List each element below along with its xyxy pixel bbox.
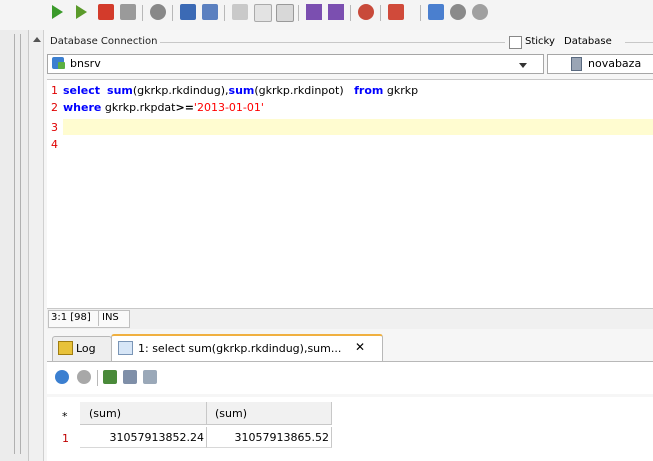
grid-icon [118,341,133,355]
export-icon[interactable] [103,370,117,384]
close-icon[interactable]: ✕ [355,340,365,354]
run-step-icon[interactable] [76,5,87,19]
copy-icon[interactable] [254,4,272,22]
cut-icon[interactable] [232,4,248,20]
function-name: sum [107,84,133,97]
edit-icon[interactable] [123,370,137,384]
keyword: from [354,84,384,97]
stop-icon[interactable] [77,370,91,384]
run-icon[interactable] [52,5,63,19]
back-icon[interactable] [306,4,322,20]
run-script-icon[interactable] [98,4,114,20]
status-divider [98,310,99,326]
keyword: where [63,101,102,114]
tab-log-label: Log [76,342,96,355]
forward-icon[interactable] [328,4,344,20]
current-line-highlight [63,119,653,135]
group-divider [625,42,653,43]
result-toolbar [47,361,653,394]
database-value: novabaza [588,57,642,70]
db2-icon[interactable] [472,4,488,20]
connection-label: Database Connection [50,36,158,47]
log-icon [58,341,73,355]
cursor-position: 3:1 [98] [51,312,91,323]
connection-select[interactable] [47,54,544,74]
side-scrollbar[interactable] [29,30,44,461]
db-icon[interactable] [450,4,466,20]
operator: >= [175,101,194,114]
string-literal: '2013-01-01' [193,101,264,114]
group-divider [160,42,505,43]
filter-icon[interactable] [143,370,157,384]
chevron-down-icon[interactable] [519,63,527,68]
keyword: select [63,84,101,97]
paste-icon[interactable] [276,4,294,22]
line-number: 4 [51,138,58,151]
code-text: (gkrkp.rkdindug), [132,84,229,97]
connection-value: bnsrv [70,57,101,70]
code-text: gkrkp [383,84,419,97]
refresh-icon[interactable] [55,370,69,384]
insert-mode: INS [102,312,119,323]
function-name: sum [228,84,255,97]
database-label: Database [564,36,612,47]
code-line-1: select sum(gkrkp.rkdindug),sum(gkrkp.rkd… [63,84,418,97]
main-toolbar [0,0,653,30]
export-icon[interactable] [388,4,404,20]
save-as-icon[interactable] [202,4,218,20]
code-text: gkrkp.rkpdat [101,101,176,114]
debug-icon[interactable] [358,4,374,20]
status-bar [47,308,653,329]
gutter-divider [14,34,15,454]
gutter-divider [20,34,21,454]
commit-icon[interactable] [150,4,166,20]
grid-icon[interactable] [428,4,444,20]
column-header-label: (sum) [215,407,248,420]
line-number: 1 [51,84,58,97]
stop-icon[interactable] [120,4,136,20]
cell-value: 31057913865.52 [234,431,329,444]
scroll-up-icon[interactable] [33,37,41,42]
tab-result-label: 1: select sum(gkrkp.rkdindug),sum... [138,342,342,355]
code-text: (gkrkp.rkdinpot) [254,84,344,97]
line-number: 2 [51,101,58,114]
sticky-checkbox[interactable] [509,36,522,49]
save-icon[interactable] [180,4,196,20]
cell-value: 31057913852.24 [109,431,204,444]
dropdown-arrow-icon[interactable] [406,4,414,20]
code-line-2: where gkrkp.rkpdat>='2013-01-01' [63,101,264,114]
column-header-label: (sum) [89,407,122,420]
server-status-icon [58,62,65,69]
sticky-label: Sticky [525,36,555,47]
database-icon [571,57,582,71]
line-number: 3 [51,121,58,134]
row-number: 1 [62,432,69,445]
grid-corner: * [62,410,68,423]
